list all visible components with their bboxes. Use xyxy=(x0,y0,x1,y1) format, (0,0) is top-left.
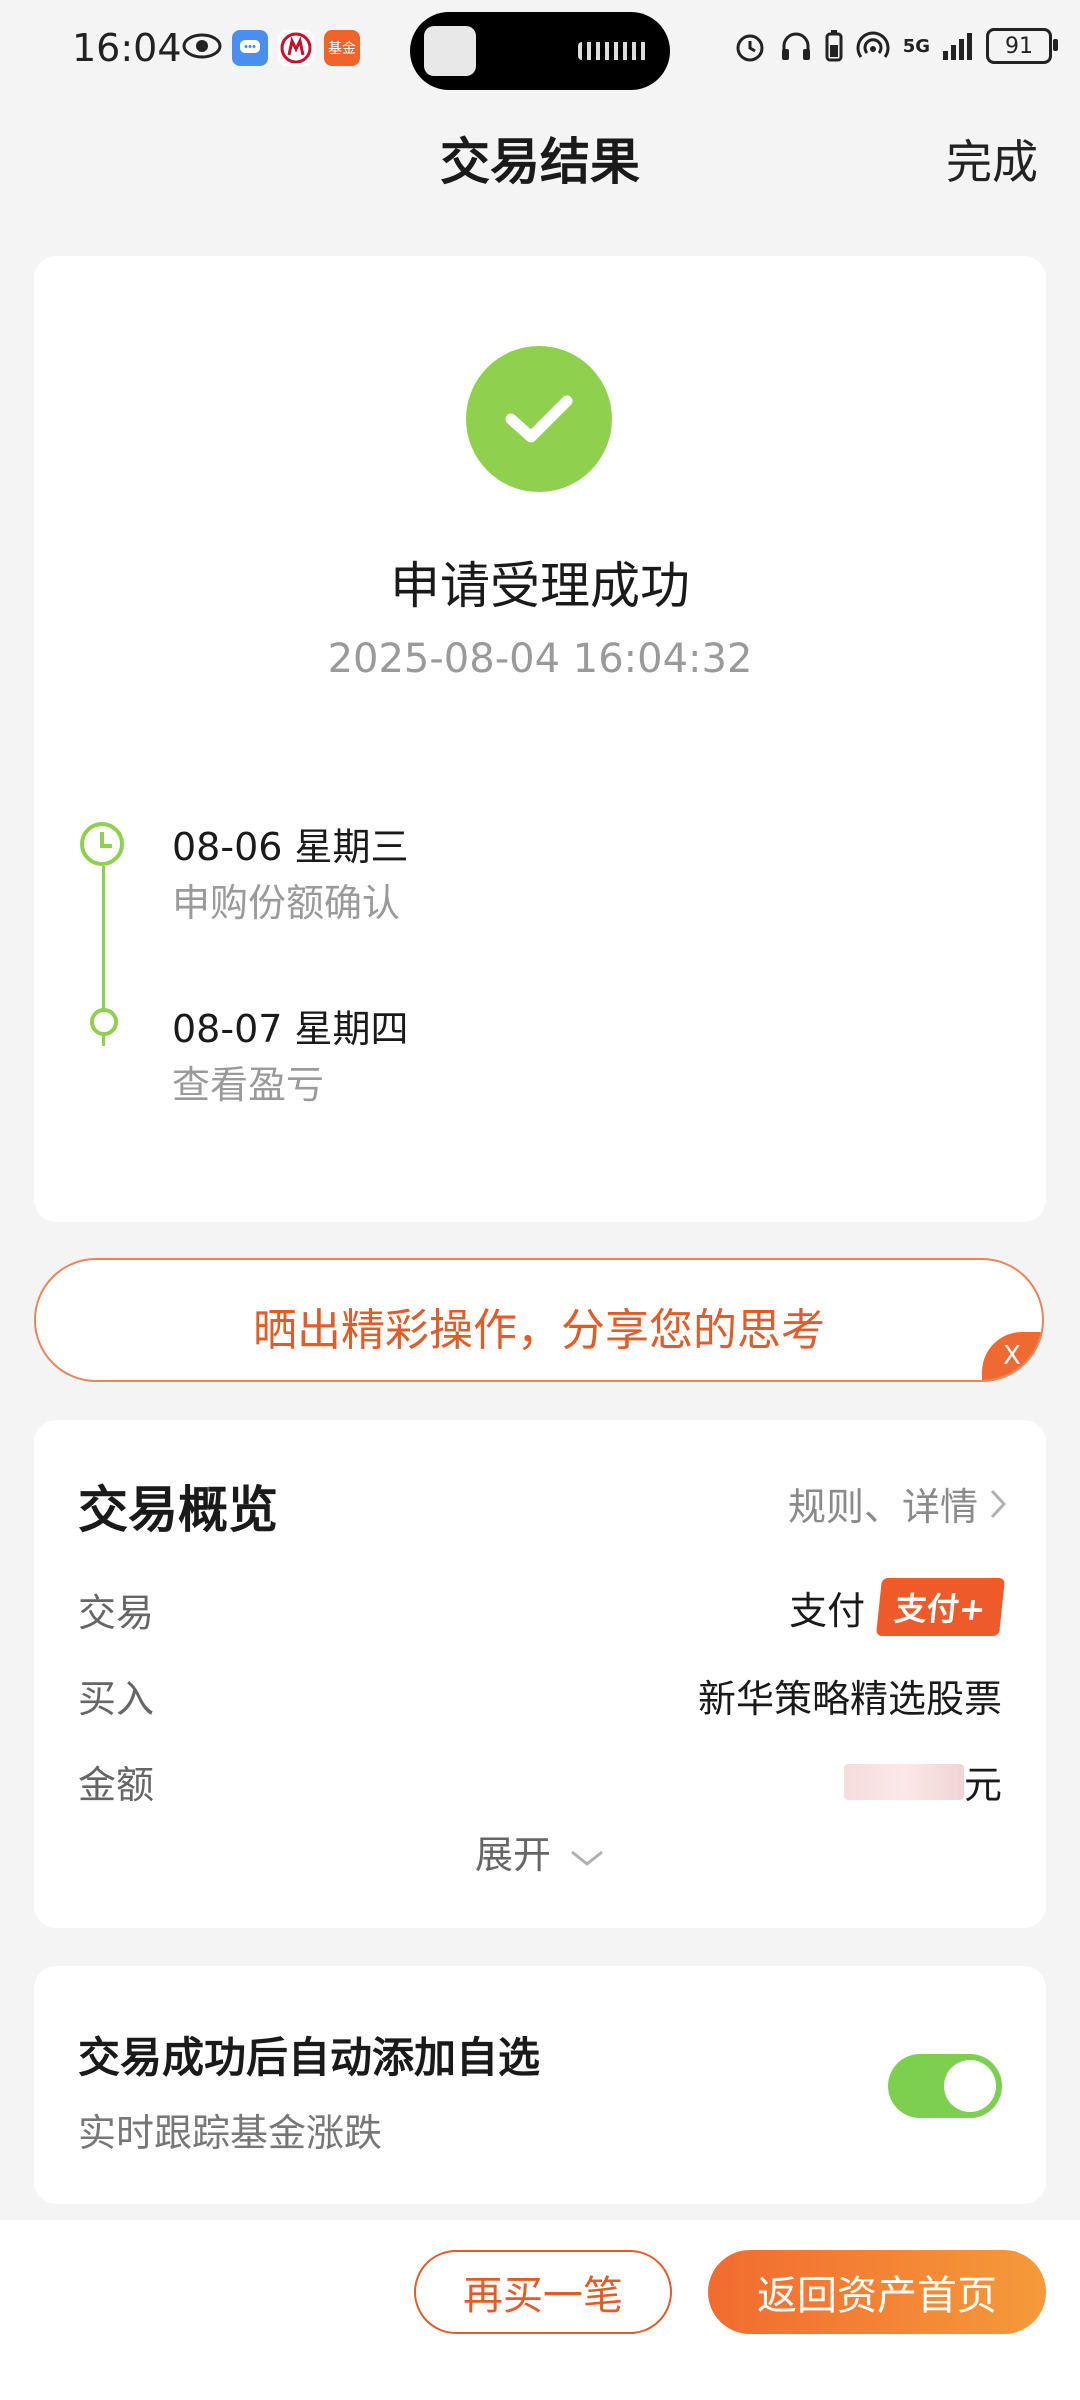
rules-details-label: 规则、详情 xyxy=(787,1485,978,1529)
clock-icon xyxy=(80,822,124,866)
share-banner-text: 晒出精彩操作，分享您的思考 xyxy=(253,1305,825,1356)
auto-watchlist-title: 交易成功后自动添加自选 xyxy=(78,2033,541,2082)
bank-icon xyxy=(278,30,314,66)
toggle-knob xyxy=(944,2060,996,2112)
status-time: 16:04 xyxy=(72,26,182,70)
overview-value: 支付 支付+ xyxy=(789,1578,1006,1636)
result-title: 申请受理成功 xyxy=(390,557,690,615)
headphones-icon xyxy=(781,32,810,60)
overview-title: 交易概览 xyxy=(78,1481,278,1539)
timeline-dot xyxy=(90,1008,118,1036)
chevron-right-icon xyxy=(990,1489,1007,1518)
audio-wave-icon xyxy=(578,42,648,60)
status-bar: 16:04 基金 5G 91 xyxy=(0,0,1080,100)
network-label: 5G xyxy=(902,35,930,57)
overview-label: 交易 xyxy=(78,1591,155,1635)
hotspot-icon xyxy=(856,31,890,58)
amount-unit: 元 xyxy=(963,1763,1002,1807)
notification-icons: 基金 xyxy=(182,30,360,66)
fund-app-label: 基金 xyxy=(328,41,356,57)
timeline-desc: 申购份额确认 xyxy=(172,881,401,925)
auto-watchlist-toggle[interactable] xyxy=(888,2054,1002,2118)
battery-saver-icon xyxy=(825,30,843,62)
expand-button[interactable]: 展开 xyxy=(34,1824,1046,1879)
timeline-date: 08-07 星期四 xyxy=(172,1007,409,1051)
amount-value: 元 xyxy=(843,1754,1002,1809)
timeline-date: 08-06 星期三 xyxy=(172,825,409,869)
buy-again-button[interactable]: 再买一笔 xyxy=(414,2250,672,2334)
share-banner[interactable]: 晒出精彩操作，分享您的思考 X xyxy=(34,1258,1044,1382)
expand-label: 展开 xyxy=(474,1833,551,1877)
payment-method: 支付 xyxy=(789,1588,866,1633)
rules-details-link[interactable]: 规则、详情 xyxy=(788,1476,1008,1531)
overview-label: 买入 xyxy=(78,1677,155,1721)
success-check-icon xyxy=(466,346,612,492)
battery-level: 91 xyxy=(1005,33,1033,59)
dynamic-island xyxy=(410,12,670,90)
result-card: 申请受理成功 2025-08-04 16:04:32 08-06 星期三 申购份… xyxy=(34,256,1046,1222)
media-thumbnail xyxy=(424,26,476,76)
eye-icon xyxy=(182,32,222,64)
auto-watchlist-subtitle: 实时跟踪基金涨跌 xyxy=(78,2111,383,2155)
alarm-icon xyxy=(736,34,764,62)
bottom-action-bar: 再买一笔 返回资产首页 xyxy=(0,2220,1080,2400)
fund-name: 新华策略精选股票 xyxy=(697,1677,1002,1721)
fund-app-icon: 基金 xyxy=(324,30,360,66)
chevron-down-icon xyxy=(571,1850,603,1866)
message-icon xyxy=(232,30,268,66)
result-timestamp: 2025-08-04 16:04:32 xyxy=(327,636,753,682)
pay-plus-badge: 支付+ xyxy=(876,1578,1006,1636)
system-icons: 5G 91 xyxy=(733,28,1058,64)
timeline-desc: 查看盈亏 xyxy=(172,1063,325,1107)
blurred-amount xyxy=(843,1763,964,1800)
battery-icon: 91 xyxy=(986,28,1058,64)
done-button[interactable]: 完成 xyxy=(946,126,1038,192)
auto-watchlist-card: 交易成功后自动添加自选 实时跟踪基金涨跌 xyxy=(34,1966,1046,2204)
overview-card: 交易概览 规则、详情 交易 支付 支付+ 买入 新华策略精选股票 金额 元 展开 xyxy=(34,1420,1046,1928)
back-to-assets-button[interactable]: 返回资产首页 xyxy=(708,2250,1046,2334)
overview-label: 金额 xyxy=(78,1763,155,1807)
signal-icon xyxy=(943,33,972,60)
page-title: 交易结果 xyxy=(440,133,640,191)
